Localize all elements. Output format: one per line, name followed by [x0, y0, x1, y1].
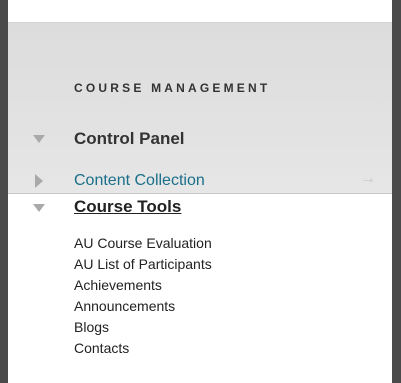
tool-item-contacts[interactable]: Contacts: [74, 338, 212, 359]
tool-item-blogs[interactable]: Blogs: [74, 317, 212, 338]
control-panel-item[interactable]: Control Panel: [8, 126, 392, 154]
tool-item-achievements[interactable]: Achievements: [74, 275, 212, 296]
menu-top-strip: [8, 0, 392, 23]
course-management-title: COURSE MANAGEMENT: [74, 81, 271, 95]
caret-down-icon[interactable]: [33, 204, 45, 212]
tool-item-au-course-evaluation[interactable]: AU Course Evaluation: [74, 233, 212, 254]
content-collection-link[interactable]: Content Collection: [74, 172, 205, 190]
caret-down-icon[interactable]: [33, 135, 45, 143]
caret-right-icon[interactable]: [35, 174, 43, 188]
tool-item-au-list-of-participants[interactable]: AU List of Participants: [74, 254, 212, 275]
arrow-right-icon[interactable]: →: [360, 170, 376, 188]
right-frame-gutter: [392, 0, 401, 383]
course-tools-section: Course Tools AU Course Evaluation AU Lis…: [8, 194, 392, 383]
course-menu-panel: COURSE MANAGEMENT Control Panel Content …: [8, 0, 392, 383]
course-management-section: COURSE MANAGEMENT Control Panel Content …: [8, 23, 392, 194]
course-tools-header[interactable]: Course Tools: [8, 197, 392, 221]
control-panel-label: Control Panel: [74, 129, 185, 148]
course-tools-link[interactable]: Course Tools: [74, 197, 181, 217]
course-tools-list: AU Course Evaluation AU List of Particip…: [74, 233, 212, 359]
tool-item-announcements[interactable]: Announcements: [74, 296, 212, 317]
content-collection-item[interactable]: Content Collection →: [8, 169, 392, 197]
